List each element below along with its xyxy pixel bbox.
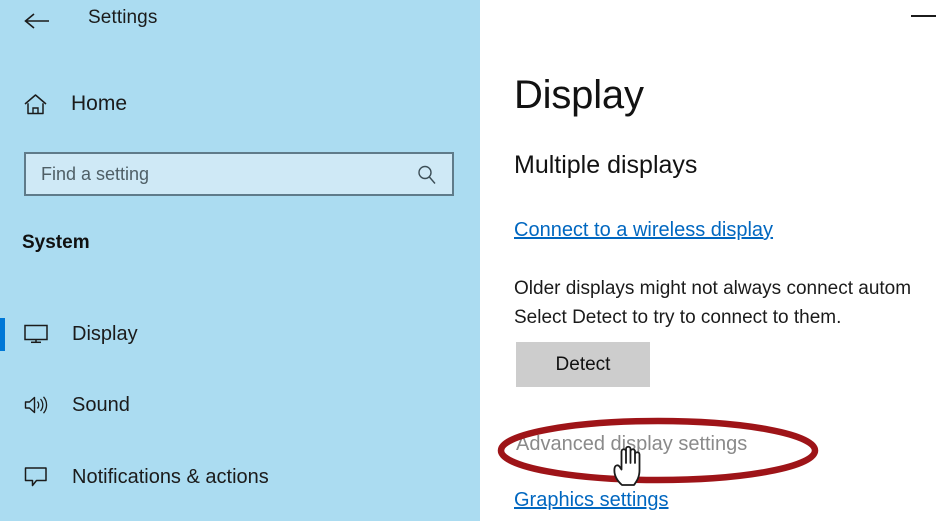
minimize-icon	[910, 15, 936, 17]
description-line-2: Select Detect to try to connect to them.	[514, 307, 842, 328]
sidebar-item-notifications[interactable]: Notifications & actions	[0, 455, 480, 499]
sidebar-item-display-label: Display	[72, 322, 138, 345]
monitor-icon	[22, 320, 50, 348]
detect-button[interactable]: Detect	[516, 342, 650, 387]
section-subheading: Multiple displays	[514, 151, 698, 179]
selection-indicator	[0, 318, 5, 351]
minimize-button[interactable]	[900, 0, 946, 32]
sidebar-titlebar: Settings	[0, 0, 480, 42]
search-icon[interactable]	[416, 164, 438, 186]
back-arrow-icon	[24, 13, 49, 29]
window-title: Settings	[88, 7, 158, 28]
sidebar-item-sound[interactable]: Sound	[0, 383, 480, 427]
search-box[interactable]	[24, 152, 454, 196]
sidebar-item-home[interactable]: Home	[22, 87, 127, 121]
page-title: Display	[514, 73, 644, 117]
content-pane: Display Multiple displays Connect to a w…	[480, 0, 950, 521]
speaker-icon	[22, 391, 50, 419]
sidebar-home-label: Home	[71, 92, 128, 115]
sidebar-item-sound-label: Sound	[72, 393, 130, 416]
settings-window: Settings Home System	[0, 0, 950, 521]
sidebar-item-display[interactable]: Display	[0, 312, 480, 356]
description-line-1: Older displays might not always connect …	[514, 278, 912, 299]
sidebar-item-notifications-label: Notifications & actions	[72, 465, 269, 488]
back-button[interactable]	[18, 4, 58, 38]
connect-wireless-display-link[interactable]: Connect to a wireless display	[514, 219, 773, 242]
chat-bubble-icon	[22, 463, 50, 491]
multiple-displays-description: Older displays might not always connect …	[514, 274, 911, 332]
search-input[interactable]	[41, 163, 401, 185]
advanced-display-settings-link[interactable]: Advanced display settings	[516, 433, 747, 456]
graphics-settings-link[interactable]: Graphics settings	[514, 489, 669, 512]
home-icon	[22, 91, 48, 117]
sidebar-section-title: System	[22, 232, 90, 253]
sidebar: Settings Home System	[0, 0, 480, 521]
